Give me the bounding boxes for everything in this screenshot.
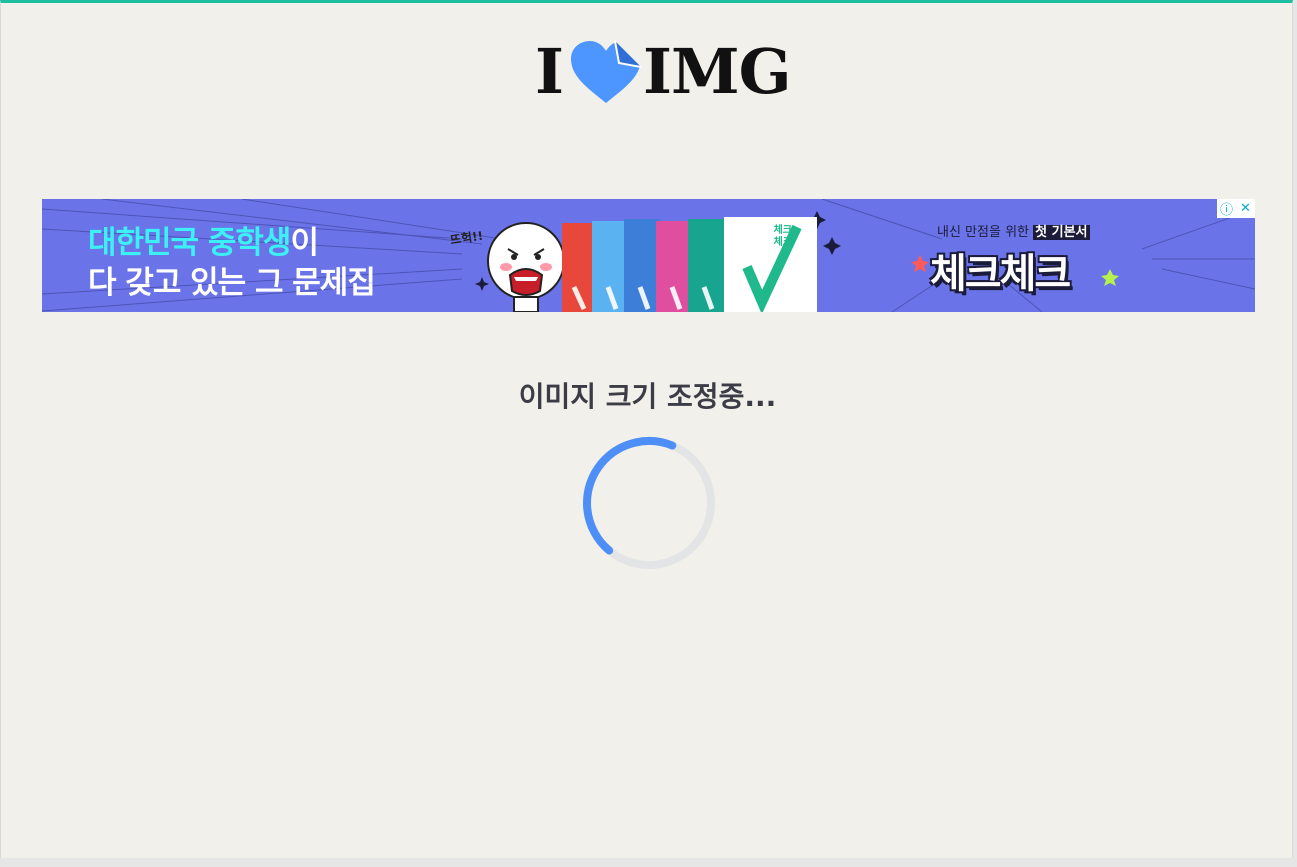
status-message: 이미지 크기 조정중... <box>518 380 777 413</box>
ad-controls: ⓘ ✕ <box>1217 199 1255 218</box>
ad-brand-name: 체크체크 <box>930 251 1071 297</box>
ad-headline: 대한민국 중학생이 <box>88 217 319 262</box>
ad-close-icon[interactable]: ✕ <box>1236 199 1255 218</box>
spinner-arc <box>583 437 715 569</box>
logo-letter-i: I <box>535 35 564 108</box>
loading-spinner <box>583 437 715 569</box>
ad-cartoon-face <box>487 222 565 312</box>
heart-icon <box>571 40 642 103</box>
ad-headline-rest: 이 <box>290 225 319 261</box>
svg-text:체크: 체크 <box>774 235 792 248</box>
site-logo[interactable]: I IMG <box>535 35 792 108</box>
ad-tagline: 내신 만점을 위한 첫 기본서 <box>937 221 1090 240</box>
ad-book-covers: 체크 체크 <box>562 217 817 312</box>
ad-tagline-tag: 첫 기본서 <box>1033 225 1090 240</box>
page: I IMG 대한민국 중학생이 다 갖고 있는 그 문제집 뜨헉!! 체크 체크… <box>0 0 1293 858</box>
svg-text:체크: 체크 <box>774 223 792 236</box>
ad-tagline-text: 내신 만점을 위한 <box>937 225 1034 240</box>
ad-subline: 다 갖고 있는 그 문제집 <box>88 265 376 301</box>
logo-text-img: IMG <box>643 35 792 108</box>
ad-info-icon[interactable]: ⓘ <box>1217 199 1236 218</box>
ad-banner[interactable]: 대한민국 중학생이 다 갖고 있는 그 문제집 뜨헉!! 체크 체크 내신 만점… <box>42 199 1255 312</box>
ad-headline-highlight: 대한민국 중학생 <box>88 225 291 261</box>
